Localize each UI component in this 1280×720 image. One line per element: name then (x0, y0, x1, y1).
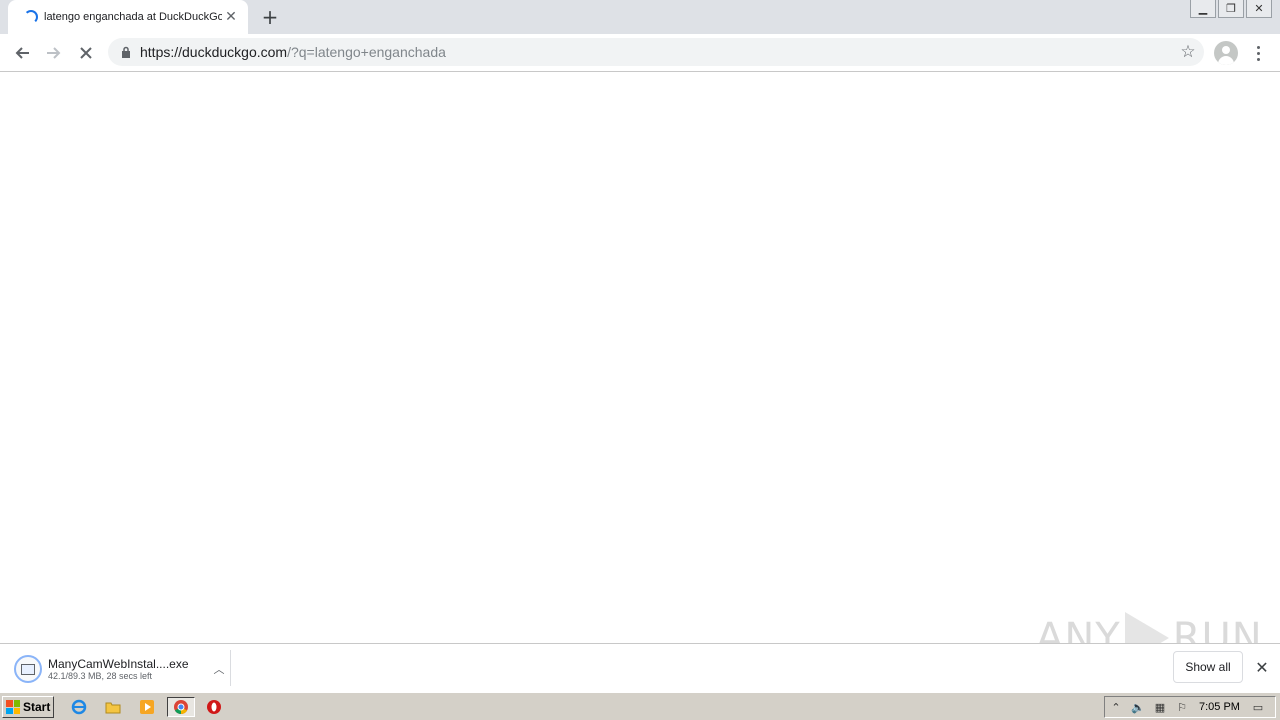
taskbar: Start ⌃ 🔈 ▦ ⚐ 7:05 PM ▭ (0, 692, 1280, 720)
divider (230, 650, 231, 686)
network-icon[interactable]: ▦ (1149, 697, 1171, 717)
tab-close-icon[interactable]: ✕ (222, 8, 240, 26)
stop-x-icon (80, 47, 92, 59)
window-controls: ▁ ❐ ✕ (1188, 0, 1272, 18)
lock-icon[interactable] (120, 45, 132, 59)
forward-button[interactable] (40, 39, 68, 67)
media-player-icon[interactable] (136, 697, 158, 717)
tab-title: latengo enganchada at DuckDuckGo (44, 11, 222, 23)
stop-loading-button[interactable] (72, 39, 100, 67)
minimize-button[interactable]: ▁ (1190, 0, 1216, 18)
tab-strip: latengo enganchada at DuckDuckGo ✕ + ▁ ❐… (0, 0, 1280, 34)
url-path: /?q=latengo+enganchada (287, 44, 446, 60)
url-text[interactable]: https://duckduckgo.com/?q=latengo+enganc… (140, 44, 1174, 60)
clock[interactable]: 7:05 PM (1199, 701, 1247, 713)
chrome-icon[interactable] (167, 697, 195, 717)
tab-duckduckgo[interactable]: latengo enganchada at DuckDuckGo ✕ (8, 0, 248, 34)
browser-frame: latengo enganchada at DuckDuckGo ✕ + ▁ ❐… (0, 0, 1280, 72)
system-tray: ⌃ 🔈 ▦ ⚐ 7:05 PM ▭ (1104, 696, 1276, 718)
volume-icon[interactable]: 🔈 (1127, 697, 1149, 717)
start-label: Start (23, 700, 51, 714)
folder-icon[interactable] (102, 697, 124, 717)
show-hidden-icons-icon[interactable]: ⌃ (1105, 697, 1127, 717)
download-status: 42.1/89.3 MB, 28 secs left (48, 671, 153, 681)
close-shelf-icon[interactable]: ✕ (1252, 656, 1272, 678)
download-filename: ManyCamWebInstal....exe (48, 657, 189, 671)
restore-button[interactable]: ❐ (1218, 0, 1244, 18)
installer-file-icon (14, 655, 42, 683)
loading-spinner-icon (24, 10, 38, 24)
windows-flag-icon (6, 700, 20, 714)
url-host: https://duckduckgo.com (140, 44, 288, 60)
forward-arrow-icon (47, 47, 61, 59)
bookmark-star-icon[interactable]: ☆ (1174, 38, 1202, 66)
close-window-button[interactable]: ✕ (1246, 0, 1272, 18)
show-desktop-icon[interactable]: ▭ (1247, 697, 1269, 717)
browser-toolbar: https://duckduckgo.com/?q=latengo+enganc… (0, 34, 1280, 72)
address-bar[interactable]: https://duckduckgo.com/?q=latengo+enganc… (108, 38, 1204, 66)
download-shelf: ManyCamWebInstal....exe 42.1/89.3 MB, 28… (0, 643, 1280, 692)
download-item[interactable]: ManyCamWebInstal....exe 42.1/89.3 MB, 28… (14, 652, 230, 686)
internet-explorer-icon[interactable] (68, 697, 90, 717)
action-center-flag-icon[interactable]: ⚐ (1171, 697, 1193, 717)
browser-menu-icon[interactable] (1248, 42, 1268, 64)
profile-avatar-icon[interactable] (1214, 41, 1238, 65)
opera-icon[interactable] (203, 697, 225, 717)
start-button[interactable]: Start (2, 696, 54, 718)
show-all-button[interactable]: Show all (1173, 651, 1243, 683)
page-content (0, 72, 1280, 643)
back-button[interactable] (8, 39, 36, 67)
back-arrow-icon (15, 47, 29, 59)
new-tab-button[interactable]: + (258, 5, 282, 29)
chevron-up-icon[interactable]: ︿ (208, 658, 230, 680)
